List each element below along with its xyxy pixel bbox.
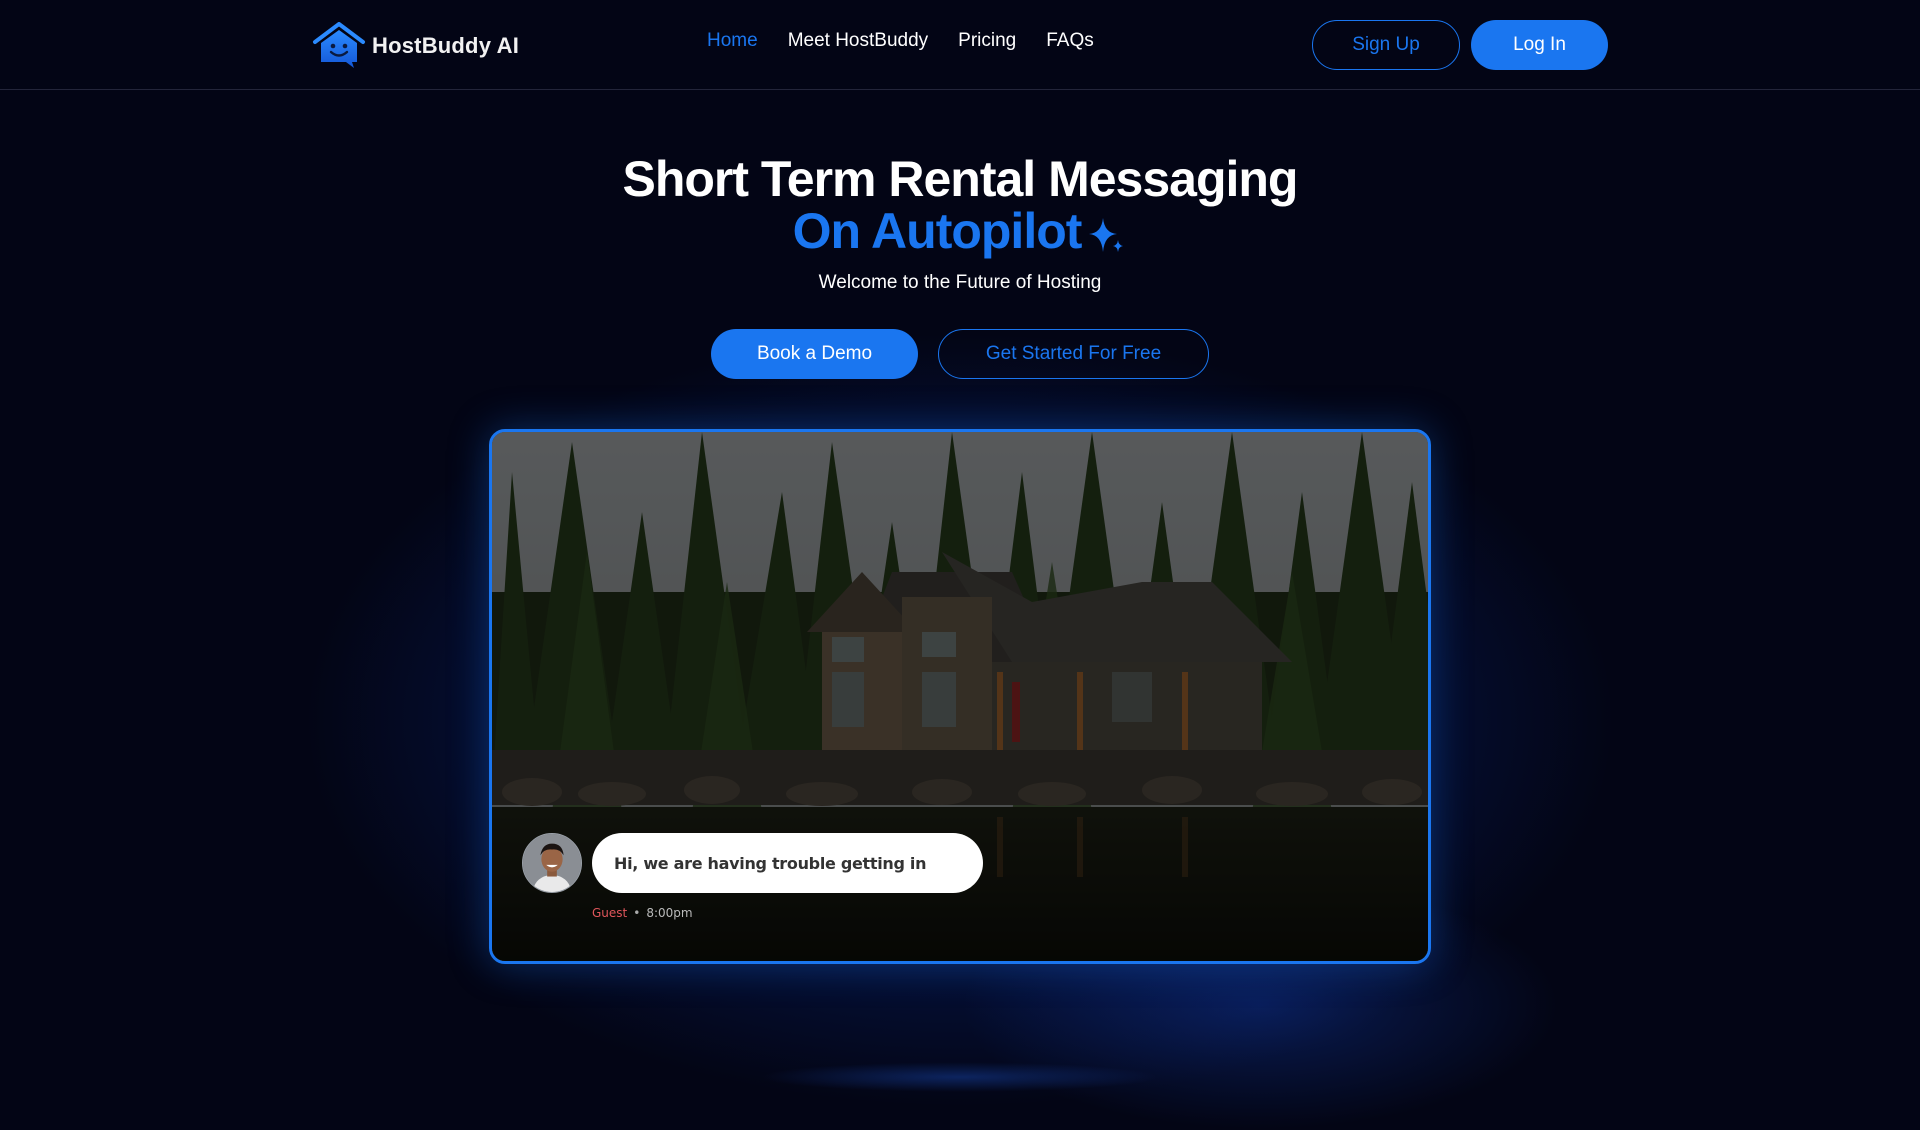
background-glow-floor [760,1062,1160,1092]
hero-title-highlight: On Autopilot [0,204,1920,258]
hero-title-line1: Short Term Rental Messaging [622,151,1299,207]
hero-subtitle: Welcome to the Future of Hosting [818,272,1102,293]
sign-up-button[interactable]: Sign Up [1312,20,1460,70]
nav-faqs[interactable]: FAQs [1046,30,1094,52]
house-smiley-logo-icon [313,22,365,68]
log-in-button[interactable]: Log In [1471,20,1608,70]
logo-text: HostBuddy AI [372,33,520,58]
separator-dot: • [633,906,641,920]
guest-avatar [522,833,582,893]
showcase-frame: Hi, we are having trouble getting in Gue… [489,429,1431,964]
nav-pricing[interactable]: Pricing [958,30,1016,52]
book-demo-button[interactable]: Book a Demo [711,329,918,379]
sparkle-icon [1089,218,1124,252]
nav-home[interactable]: Home [707,30,758,52]
person-avatar-icon [523,834,581,892]
sender-label: Guest [592,906,628,920]
message-time: 8:00pm [646,906,693,920]
hero-title: Short Term Rental Messaging [0,152,1920,206]
chat-message: Hi, we are having trouble getting in [522,833,983,893]
nav-meet-hostbuddy[interactable]: Meet HostBuddy [788,30,928,52]
chat-bubble: Hi, we are having trouble getting in [592,833,983,893]
main-nav: Home Meet HostBuddy Pricing FAQs [707,30,1094,52]
hero-title-line2: On Autopilot [792,203,1083,259]
navbar: HostBuddy AI Home Meet HostBuddy Pricing… [0,0,1920,90]
chat-meta: Guest • 8:00pm [592,906,693,920]
logo[interactable]: HostBuddy AI [312,22,519,70]
get-started-button[interactable]: Get Started For Free [938,329,1209,379]
